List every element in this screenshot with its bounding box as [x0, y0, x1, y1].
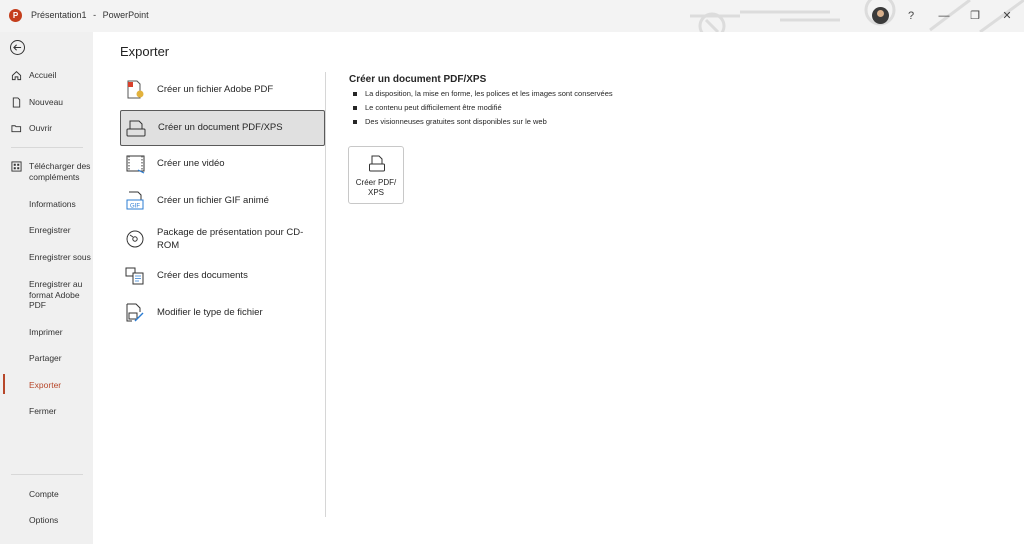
list-item: La disposition, la mise en forme, les po…	[353, 88, 613, 102]
sidebar-separator	[11, 474, 83, 475]
help-button[interactable]: ?	[903, 8, 919, 24]
powerpoint-logo-icon: P	[9, 9, 22, 22]
sidebar-item-compte[interactable]: Compte	[0, 489, 93, 500]
sidebar-item-label: Exporter	[29, 380, 62, 390]
close-button[interactable]: ✕	[999, 8, 1015, 24]
sidebar-item-label: Partager	[29, 353, 62, 363]
sidebar-item-label: Enregistrer au format Adobe PDF	[29, 279, 83, 310]
handouts-icon	[125, 267, 144, 285]
sidebar-item-accueil[interactable]: Accueil	[0, 70, 93, 81]
option-change-file-type[interactable]: Modifier le type de fichier	[120, 295, 325, 331]
option-label: Créer des documents	[157, 270, 248, 281]
home-icon	[11, 71, 22, 81]
addins-grid-icon	[11, 161, 22, 172]
create-button-label: Créer PDF/ XPS	[355, 178, 397, 197]
sidebar-item-fermer[interactable]: Fermer	[0, 406, 93, 417]
sidebar-item-enregistrer[interactable]: Enregistrer	[0, 225, 93, 236]
pdf-xps-icon	[369, 155, 385, 172]
cd-rom-icon	[126, 230, 144, 248]
sidebar-item-label: Ouvrir	[29, 123, 53, 133]
sidebar-item-telecharger-des-complements[interactable]: Télécharger des compléments	[0, 161, 93, 182]
option-label: Package de présentation pour CD-ROM	[157, 227, 304, 251]
create-pdf-xps-button[interactable]: Créer PDF/ XPS	[348, 146, 404, 204]
sidebar-item-label: Télécharger des compléments	[29, 161, 91, 182]
sidebar-item-partager[interactable]: Partager	[0, 353, 93, 364]
detail-title: Créer un document PDF/XPS	[349, 74, 487, 85]
sidebar-item-label: Informations	[29, 199, 76, 209]
gif-icon: GIF	[126, 191, 144, 210]
sidebar-item-options[interactable]: Options	[0, 515, 93, 526]
option-label: Créer un fichier Adobe PDF	[157, 84, 274, 95]
sidebar-item-label: Accueil	[29, 70, 57, 80]
title-bar: P Présentation1 - PowerPoint ? — ❐ ✕	[0, 0, 1024, 32]
option-label: Créer un fichier GIF animé	[157, 195, 269, 206]
option-pdf-xps[interactable]: Créer un document PDF/XPS	[120, 110, 325, 146]
window-title: Présentation1 - PowerPoint	[31, 10, 153, 20]
sidebar-item-exporter[interactable]: Exporter	[0, 380, 93, 391]
sidebar-item-label: Options	[29, 515, 59, 525]
change-file-type-icon	[126, 303, 144, 322]
option-label: Créer une vidéo	[157, 158, 225, 169]
sidebar-item-enregistrer-sous[interactable]: Enregistrer sous	[0, 252, 93, 263]
option-video[interactable]: Créer une vidéo	[120, 146, 325, 182]
video-icon	[126, 155, 145, 174]
sidebar-separator	[11, 147, 83, 148]
detail-bullet-list: La disposition, la mise en forme, les po…	[353, 88, 613, 130]
sidebar-item-nouveau[interactable]: Nouveau	[0, 97, 93, 108]
sidebar-item-label: Enregistrer	[29, 225, 71, 235]
folder-open-icon	[11, 125, 22, 133]
new-document-icon	[12, 97, 21, 108]
option-label: Créer un document PDF/XPS	[158, 122, 283, 133]
option-gif[interactable]: GIF Créer un fichier GIF animé	[120, 183, 325, 219]
sidebar-item-label: Imprimer	[29, 327, 63, 337]
app-name: PowerPoint	[102, 10, 149, 20]
sidebar-item-enregistrer-adobe-pdf[interactable]: Enregistrer au format Adobe PDF	[0, 279, 90, 311]
adobe-pdf-icon	[127, 80, 144, 99]
back-button[interactable]	[10, 40, 25, 55]
sidebar-item-label: Fermer	[29, 406, 57, 416]
option-label: Modifier le type de fichier	[157, 307, 263, 318]
page-title: Exporter	[120, 44, 170, 59]
sidebar-item-informations[interactable]: Informations	[0, 199, 93, 210]
option-adobe-pdf[interactable]: Créer un fichier Adobe PDF	[120, 72, 325, 108]
sidebar-item-label: Nouveau	[29, 97, 64, 107]
sidebar-item-label: Enregistrer sous	[29, 252, 91, 262]
pdf-xps-icon	[126, 120, 146, 137]
restore-button[interactable]: ❐	[967, 8, 983, 24]
option-handouts[interactable]: Créer des documents	[120, 258, 325, 294]
sidebar-item-label: Compte	[29, 489, 59, 499]
list-item: Des visionneuses gratuites sont disponib…	[353, 116, 613, 130]
document-name: Présentation1	[31, 10, 87, 20]
sidebar-item-ouvrir[interactable]: Ouvrir	[0, 123, 93, 134]
user-avatar[interactable]	[872, 7, 889, 24]
arrow-left-icon	[13, 44, 22, 51]
gif-badge: GIF	[130, 204, 140, 210]
minimize-button[interactable]: —	[936, 8, 952, 24]
title-separator: -	[93, 10, 97, 20]
panel-divider	[325, 72, 326, 517]
sidebar-item-imprimer[interactable]: Imprimer	[0, 327, 93, 338]
backstage-sidebar: Accueil Nouveau Ouvrir Télécharger des c…	[0, 32, 93, 544]
option-cd-rom[interactable]: Package de présentation pour CD-ROM	[120, 221, 325, 257]
list-item: Le contenu peut difficilement être modif…	[353, 102, 613, 116]
